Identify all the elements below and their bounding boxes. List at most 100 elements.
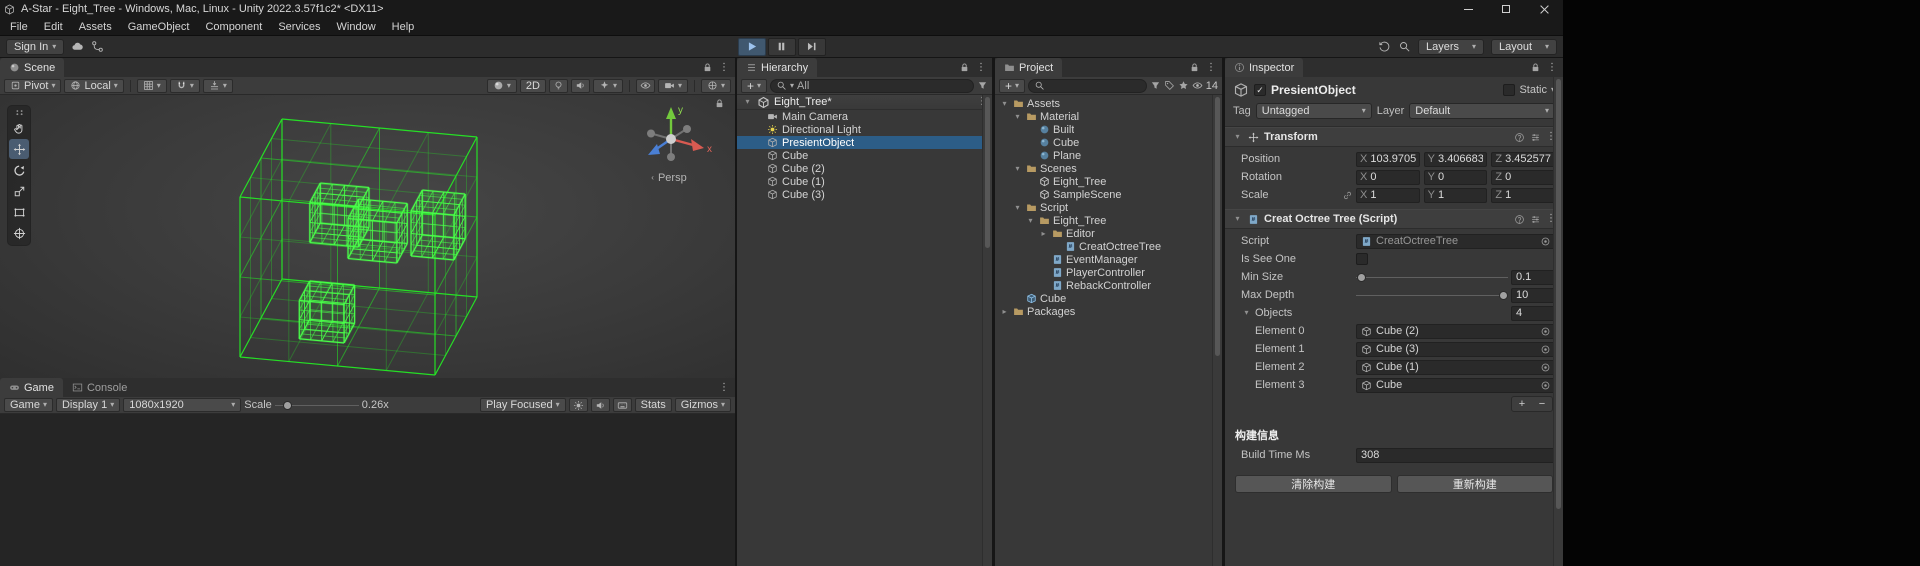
hierarchy-item[interactable]: Cube (1): [737, 175, 992, 188]
projection-mode[interactable]: ‹ Persp: [623, 172, 715, 184]
create-add-button[interactable]: +▾: [741, 79, 767, 93]
lock-icon[interactable]: [702, 62, 713, 73]
hierarchy-scene-row[interactable]: ▾ Eight_Tree* ⋮: [737, 95, 992, 110]
project-item[interactable]: Cube: [995, 292, 1222, 305]
project-item[interactable]: ▾Material: [995, 110, 1222, 123]
menu-edit[interactable]: Edit: [36, 18, 71, 35]
position-y-field[interactable]: Y3.406683: [1424, 152, 1488, 167]
position-x-field[interactable]: X103.9705: [1356, 152, 1420, 167]
static-toggle[interactable]: Static ▾: [1503, 84, 1555, 96]
scene-gizmos-dropdown[interactable]: ▾: [701, 79, 731, 93]
play-focused-dropdown[interactable]: Play Focused▾: [480, 398, 566, 412]
preset-icon[interactable]: [1530, 132, 1541, 143]
filter-icon[interactable]: [977, 80, 988, 91]
help-icon[interactable]: [1514, 132, 1525, 143]
object-picker-icon[interactable]: [1540, 326, 1551, 337]
rotate-tool-button[interactable]: [9, 160, 29, 180]
axis-gizmo[interactable]: y x: [623, 103, 715, 169]
foldout-expanded-icon[interactable]: ▾: [1241, 309, 1252, 317]
scene-lighting-toggle[interactable]: [549, 79, 568, 93]
slider[interactable]: [1356, 270, 1508, 284]
step-button[interactable]: [798, 38, 826, 56]
hierarchy-scrollbar[interactable]: [982, 95, 992, 566]
project-item[interactable]: Eight_Tree: [995, 175, 1222, 188]
project-item[interactable]: ▾Eight_Tree: [995, 214, 1222, 227]
scrollbar-thumb[interactable]: [985, 97, 990, 248]
foldout-collapsed-icon[interactable]: ▸: [999, 308, 1010, 316]
move-tool-button[interactable]: [9, 139, 29, 159]
rect-tool-button[interactable]: [9, 202, 29, 222]
menu-component[interactable]: Component: [197, 18, 270, 35]
build-time-field[interactable]: 308: [1356, 448, 1555, 463]
game-view[interactable]: [0, 414, 735, 566]
tab-inspector[interactable]: Inspector: [1225, 58, 1303, 77]
element-object-field[interactable]: Cube (2): [1356, 324, 1555, 339]
remove-element-button[interactable]: −: [1532, 397, 1552, 411]
panel-menu-icon[interactable]: ⋮: [719, 383, 729, 393]
sign-in-button[interactable]: Sign In ▾: [6, 39, 64, 55]
panel-menu-icon[interactable]: ⋮: [976, 63, 986, 73]
hierarchy-item[interactable]: Directional Light: [737, 123, 992, 136]
menu-assets[interactable]: Assets: [71, 18, 120, 35]
slider[interactable]: [1356, 288, 1508, 302]
pause-button[interactable]: [768, 38, 796, 56]
resolution-dropdown[interactable]: 1080x1920▾: [123, 398, 241, 412]
game-mode-dropdown[interactable]: Game▾: [4, 398, 53, 412]
project-item[interactable]: ▸Packages: [995, 305, 1222, 318]
object-picker-icon[interactable]: [1540, 362, 1551, 373]
transform-component-header[interactable]: ▾ Transform ⋮: [1225, 127, 1563, 147]
grid-snapping-dropdown[interactable]: ▾: [203, 79, 233, 93]
object-picker-icon[interactable]: [1540, 380, 1551, 391]
draw-mode-dropdown[interactable]: ▾: [487, 79, 517, 93]
scale-z-field[interactable]: Z1: [1491, 188, 1555, 203]
tool-handle-rotation-dropdown[interactable]: Local ▾: [64, 79, 123, 93]
element-object-field[interactable]: Cube (1): [1356, 360, 1555, 375]
vsync-toggle[interactable]: [569, 398, 588, 412]
menu-gameobject[interactable]: GameObject: [120, 18, 198, 35]
slider-knob[interactable]: [1499, 291, 1508, 300]
overlay-lock-icon[interactable]: [714, 98, 725, 109]
project-item[interactable]: ▾Assets: [995, 97, 1222, 110]
rotation-y-field[interactable]: Y0: [1424, 170, 1488, 185]
scrollbar-thumb[interactable]: [1556, 79, 1561, 509]
static-checkbox[interactable]: [1503, 84, 1515, 96]
foldout-expanded-icon[interactable]: ▾: [1232, 133, 1243, 141]
hidden-count-icon[interactable]: [1192, 80, 1203, 91]
foldout-expanded-icon[interactable]: ▾: [1232, 215, 1243, 223]
project-item[interactable]: PlayerController: [995, 266, 1222, 279]
orientation-gizmo[interactable]: y x ‹ Persp: [623, 103, 715, 184]
script-object-field[interactable]: CreatOctreeTree: [1356, 234, 1555, 249]
search-icon[interactable]: [1398, 40, 1411, 53]
objects-foldout-row[interactable]: ▾ Objects 4: [1225, 305, 1563, 321]
project-item[interactable]: RebackController: [995, 279, 1222, 292]
rotation-x-field[interactable]: X0: [1356, 170, 1420, 185]
menu-file[interactable]: File: [2, 18, 36, 35]
project-item[interactable]: CreatOctreeTree: [995, 240, 1222, 253]
snap-settings-dropdown[interactable]: ▾: [170, 79, 200, 93]
mute-audio-toggle[interactable]: [591, 398, 610, 412]
project-item[interactable]: SampleScene: [995, 188, 1222, 201]
project-item[interactable]: Built: [995, 123, 1222, 136]
foldout-expanded-icon[interactable]: ▾: [1025, 217, 1036, 225]
panel-menu-icon[interactable]: ⋮: [1547, 63, 1557, 73]
scale-x-field[interactable]: X1: [1356, 188, 1420, 203]
element-object-field[interactable]: Cube: [1356, 378, 1555, 393]
scene-visibility-toggle[interactable]: [636, 79, 655, 93]
gizmos-dropdown[interactable]: Gizmos▾: [675, 398, 731, 412]
active-checkbox[interactable]: ✓: [1254, 84, 1266, 96]
foldout-expanded-icon[interactable]: ▾: [1012, 113, 1023, 121]
value-field[interactable]: 10: [1511, 288, 1555, 303]
constrain-proportions-icon[interactable]: [1342, 190, 1353, 201]
foldout-expanded-icon[interactable]: ▾: [1012, 165, 1023, 173]
project-item[interactable]: EventManager: [995, 253, 1222, 266]
project-item[interactable]: Cube: [995, 136, 1222, 149]
tab-hierarchy[interactable]: Hierarchy: [737, 58, 817, 77]
version-control-icon[interactable]: [91, 40, 104, 53]
scale-slider[interactable]: [275, 398, 359, 412]
layer-dropdown[interactable]: Default▾: [1409, 103, 1555, 119]
search-by-label-icon[interactable]: [1164, 80, 1175, 91]
metrics-grid-button[interactable]: [613, 398, 632, 412]
slider-knob[interactable]: [1357, 273, 1366, 282]
octree-component-header[interactable]: ▾ Creat Octree Tree (Script) ⋮: [1225, 209, 1563, 229]
hand-tool-button[interactable]: [9, 118, 29, 138]
